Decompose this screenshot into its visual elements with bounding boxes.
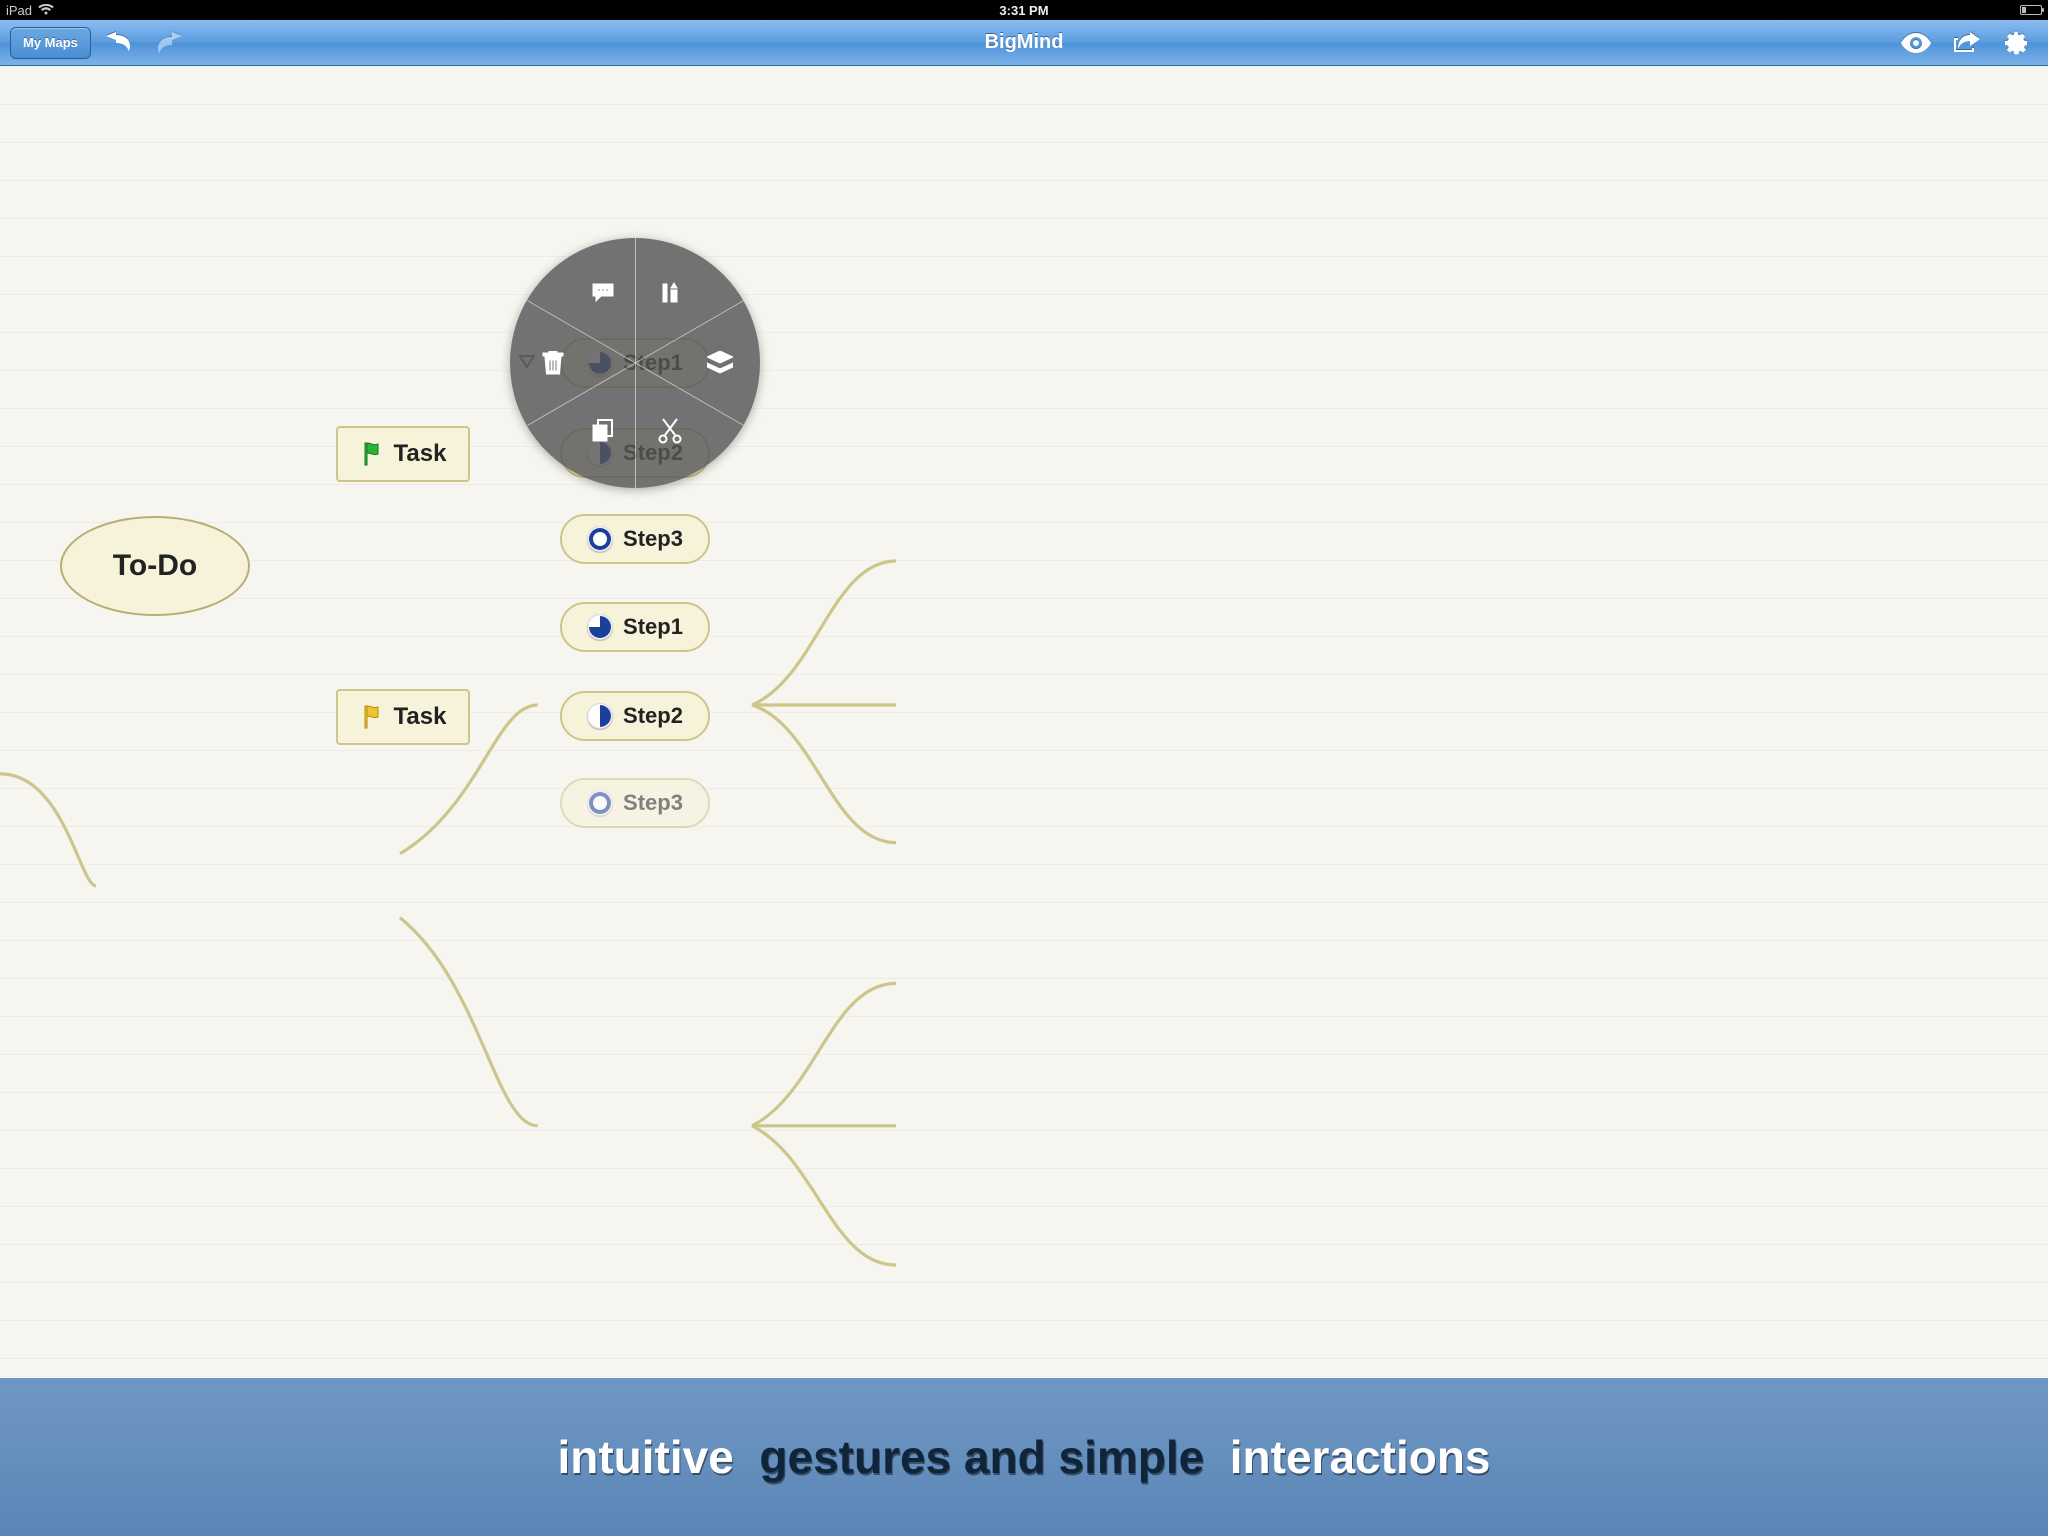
- app-toolbar: My Maps BigMind: [0, 20, 2048, 66]
- clock-label: 3:31 PM: [0, 3, 2048, 18]
- layers-icon[interactable]: [705, 348, 735, 378]
- my-maps-button[interactable]: My Maps: [10, 27, 91, 59]
- banner-word-2: gestures and simple: [759, 1431, 1204, 1483]
- progress-icon: [587, 790, 613, 816]
- step-node[interactable]: Step3: [560, 514, 710, 564]
- flag-icon: [360, 704, 386, 730]
- task-node[interactable]: Task: [336, 426, 470, 482]
- progress-icon: [587, 614, 613, 640]
- step-label: Step3: [623, 790, 683, 816]
- step-label: Step3: [623, 526, 683, 552]
- task-label: Task: [394, 703, 447, 731]
- banner-word-1: intuitive: [557, 1431, 733, 1483]
- copy-icon[interactable]: [588, 416, 618, 446]
- root-label: To-Do: [113, 549, 197, 583]
- redo-button[interactable]: [147, 20, 191, 66]
- step-node[interactable]: Step2: [560, 691, 710, 741]
- flag-icon: [360, 441, 386, 467]
- app-title: BigMind: [0, 31, 2048, 54]
- undo-button[interactable]: [97, 20, 141, 66]
- cut-icon[interactable]: [655, 416, 685, 446]
- root-node[interactable]: To-Do: [60, 516, 250, 616]
- share-button[interactable]: [1944, 20, 1988, 66]
- promo-banner: intuitive gestures and simple interactio…: [0, 1378, 2048, 1536]
- step-node[interactable]: Step3: [560, 778, 710, 828]
- step-label: Step2: [623, 703, 683, 729]
- reorder-icon[interactable]: [655, 278, 685, 308]
- step-node[interactable]: Step1: [560, 602, 710, 652]
- battery-icon: [2020, 5, 2042, 15]
- task-label: Task: [394, 440, 447, 468]
- settings-button[interactable]: [1994, 20, 2038, 66]
- progress-icon: [587, 703, 613, 729]
- progress-icon: [587, 526, 613, 552]
- view-button[interactable]: [1894, 20, 1938, 66]
- step-label: Step1: [623, 614, 683, 640]
- connectors-layer: [0, 66, 2048, 1536]
- task-node[interactable]: Task: [336, 689, 470, 745]
- mindmap-canvas[interactable]: To-Do Task Step1 Step2 Step3 Task Step1 …: [0, 66, 2048, 1536]
- comment-icon[interactable]: [588, 278, 618, 308]
- banner-word-3: interactions: [1230, 1431, 1491, 1483]
- radial-menu[interactable]: [510, 238, 760, 488]
- delete-icon[interactable]: [538, 348, 568, 378]
- ios-status-bar: iPad 3:31 PM: [0, 0, 2048, 20]
